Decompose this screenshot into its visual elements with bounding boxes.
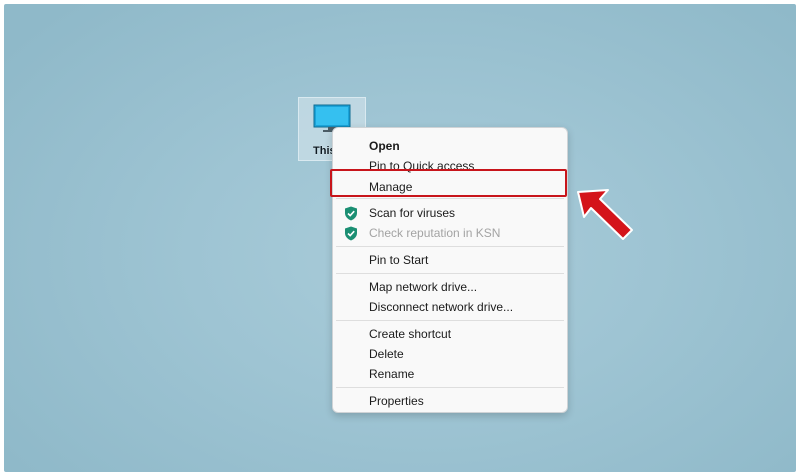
menu-item-label: Check reputation in KSN [369,226,501,240]
menu-item-delete[interactable]: Delete [333,344,567,364]
menu-item-label: Map network drive... [369,280,478,294]
menu-item-label: Create shortcut [369,327,452,341]
menu-item-label: Rename [369,367,415,381]
menu-item-open[interactable]: Open [333,136,567,156]
menu-separator [336,246,564,247]
menu-separator [336,387,564,388]
menu-separator [336,320,564,321]
menu-item-disconnect-network-drive[interactable]: Disconnect network drive... [333,297,567,317]
menu-item-label: Disconnect network drive... [369,300,514,314]
desktop-icon-label: This [313,145,333,157]
shield-check-icon [345,226,357,241]
menu-item-label: Properties [369,394,424,408]
menu-item-label: Delete [369,347,404,361]
shield-check-icon [345,206,357,221]
menu-separator [336,198,564,199]
screenshot-frame: This Open Pin to Quick access Manage Sca… [0,0,800,476]
manage-highlight-box [330,169,567,197]
menu-item-check-reputation: Check reputation in KSN [333,223,567,243]
desktop-background: This Open Pin to Quick access Manage Sca… [4,4,796,472]
menu-item-scan-viruses[interactable]: Scan for viruses [333,203,567,223]
menu-item-pin-start[interactable]: Pin to Start [333,250,567,270]
menu-item-label: Scan for viruses [369,206,456,220]
red-arrow-icon [577,189,633,240]
menu-item-label: Pin to Start [369,253,429,267]
menu-separator [336,273,564,274]
menu-item-properties[interactable]: Properties [333,391,567,411]
menu-item-rename[interactable]: Rename [333,364,567,384]
menu-item-label: Open [369,139,400,153]
menu-item-map-network-drive[interactable]: Map network drive... [333,277,567,297]
menu-item-create-shortcut[interactable]: Create shortcut [333,324,567,344]
